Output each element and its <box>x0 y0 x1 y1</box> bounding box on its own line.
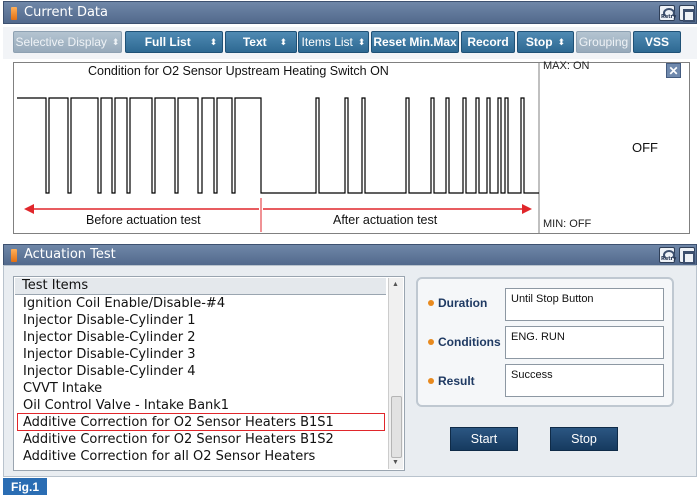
dropdown-arrows-icon: ⬍ <box>557 36 566 47</box>
signal-graph <box>13 62 690 234</box>
dropdown-arrows-icon: ⬍ <box>279 36 288 47</box>
list-item[interactable]: Ignition Coil Enable/Disable-#4 <box>23 296 225 311</box>
current-data-title-bar: Current Data Retry <box>3 1 697 24</box>
list-item[interactable]: Injector Disable-Cylinder 1 <box>23 313 196 328</box>
after-actuation-label: After actuation test <box>333 213 438 227</box>
full-list-dropdown[interactable]: Full List ⬍ <box>125 31 223 53</box>
graph-title: Condition for O2 Sensor Upstream Heating… <box>88 64 389 78</box>
actuation-test-title-bar: Actuation Test Retry <box>3 244 697 266</box>
duration-label: Duration <box>438 296 488 310</box>
dropdown-arrows-icon: ⬍ <box>357 36 366 47</box>
current-data-title: Current Data <box>24 5 108 20</box>
dropdown-arrows-icon: ⬍ <box>209 36 218 47</box>
dropdown-arrows-icon: ⬍ <box>111 36 120 47</box>
reset-min-max-button[interactable]: Reset Min.Max <box>371 31 459 53</box>
current-data-toolbar: Selective Display ⬍ Full List ⬍ Text ⬍ Item… <box>3 27 697 59</box>
maximize-icon[interactable] <box>679 5 695 22</box>
scroll-up-icon[interactable]: ▲ <box>392 281 399 288</box>
result-label: Result <box>438 374 475 388</box>
selective-display-dropdown[interactable]: Selective Display ⬍ <box>13 31 122 53</box>
duration-value: Until Stop Button <box>505 288 664 321</box>
stop-dropdown[interactable]: Stop ⬍ <box>517 31 574 53</box>
result-value: Success <box>505 364 664 397</box>
conditions-value: ENG. RUN <box>505 326 664 359</box>
panel-marker-icon <box>11 249 17 262</box>
grouping-button[interactable]: Grouping <box>576 31 631 53</box>
list-item[interactable]: CVVT Intake <box>23 381 102 396</box>
bullet-icon <box>428 339 434 345</box>
list-item-selected[interactable]: Additive Correction for O2 Sensor Heater… <box>23 415 334 430</box>
list-item[interactable]: Injector Disable-Cylinder 2 <box>23 330 196 345</box>
before-actuation-label: Before actuation test <box>86 213 201 227</box>
current-value-label: OFF <box>632 140 658 155</box>
list-item[interactable]: Injector Disable-Cylinder 3 <box>23 347 196 362</box>
list-item[interactable]: Additive Correction for all O2 Sensor He… <box>23 449 315 464</box>
vss-button[interactable]: VSS <box>633 31 681 53</box>
bullet-icon <box>428 378 434 384</box>
items-list-dropdown[interactable]: Items List ⬍ <box>298 31 369 53</box>
scroll-down-icon[interactable]: ▼ <box>392 459 399 466</box>
figure-label: Fig.1 <box>3 478 47 495</box>
panel-marker-icon <box>11 7 17 20</box>
start-button[interactable]: Start <box>450 427 518 451</box>
bullet-icon <box>428 300 434 306</box>
conditions-label: Conditions <box>438 335 501 349</box>
min-value-label: MIN: OFF <box>543 218 592 230</box>
scrollbar-thumb[interactable] <box>391 396 402 458</box>
list-scrollbar[interactable]: ▲ ▼ <box>388 278 403 469</box>
retry-icon[interactable]: Retry <box>659 5 676 21</box>
close-graph-icon[interactable]: ✕ <box>666 63 681 78</box>
text-dropdown[interactable]: Text ⬍ <box>225 31 297 53</box>
test-items-header: Test Items <box>15 278 386 295</box>
retry-icon[interactable]: Retry <box>659 247 676 263</box>
record-button[interactable]: Record <box>461 31 515 53</box>
maximize-icon[interactable] <box>679 247 695 264</box>
actuation-test-title: Actuation Test <box>24 247 116 262</box>
list-item[interactable]: Additive Correction for O2 Sensor Heater… <box>23 432 334 447</box>
list-item[interactable]: Injector Disable-Cylinder 4 <box>23 364 196 379</box>
stop-button[interactable]: Stop <box>550 427 618 451</box>
list-item[interactable]: Oil Control Valve - Intake Bank1 <box>23 398 229 413</box>
max-value-label: MAX: ON <box>543 60 590 72</box>
